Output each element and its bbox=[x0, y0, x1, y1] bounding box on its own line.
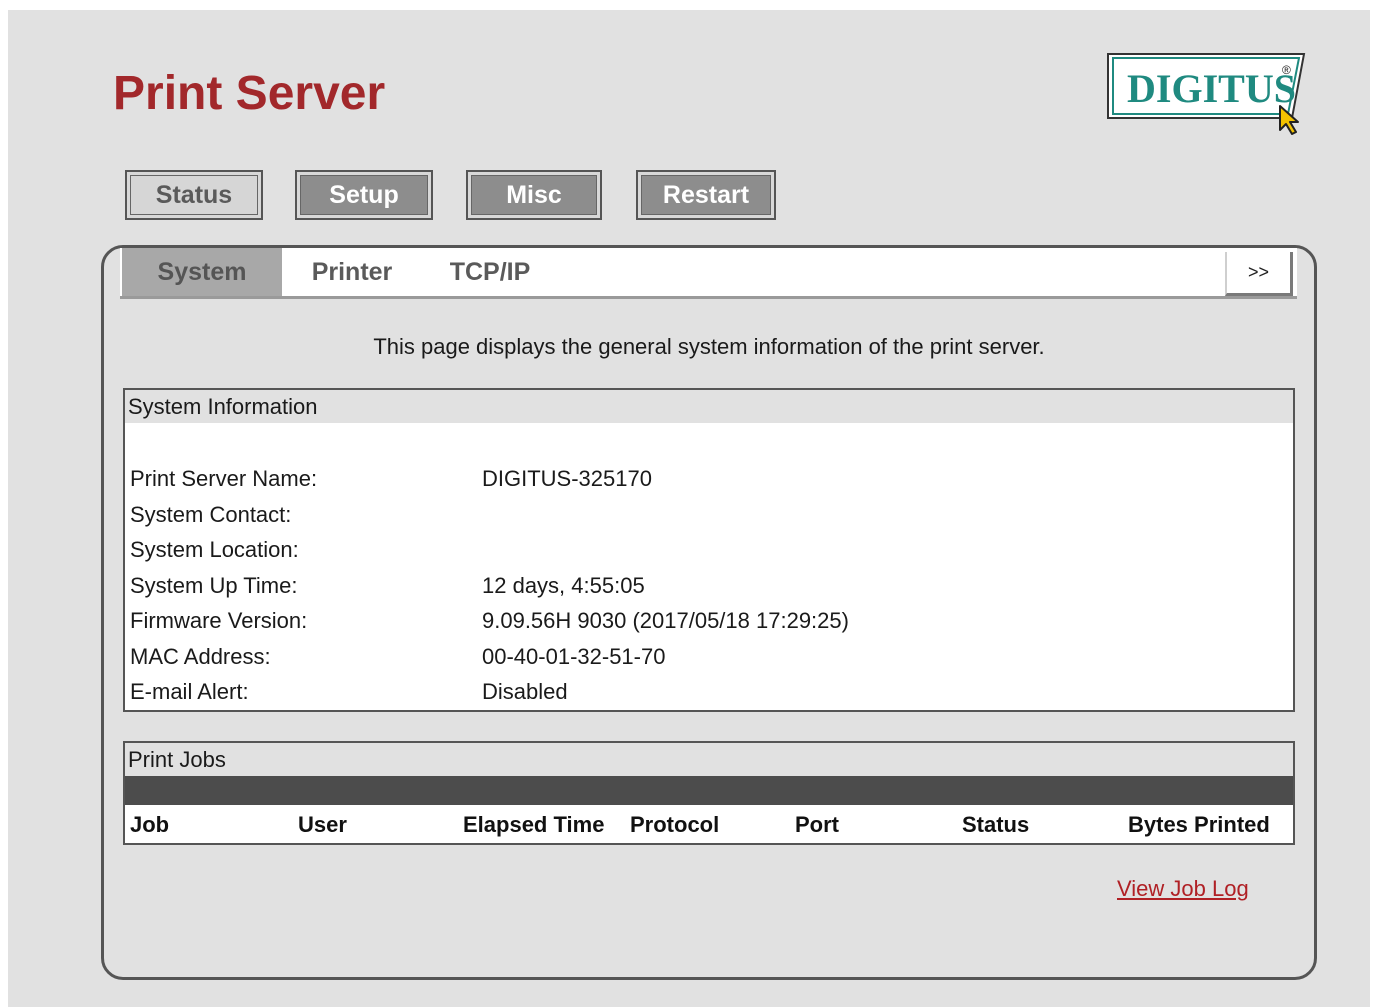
column-port: Port bbox=[795, 812, 839, 837]
tab-misc-label: Misc bbox=[471, 175, 597, 215]
info-row-firmware-version: Firmware Version: 9.09.56H 9030 (2017/05/… bbox=[130, 606, 849, 636]
tab-setup[interactable]: Setup bbox=[295, 170, 433, 220]
tab-status[interactable]: Status bbox=[125, 170, 263, 220]
info-row-server-name: Print Server Name: DIGITUS-325170 bbox=[130, 464, 652, 494]
info-label: MAC Address: bbox=[130, 644, 271, 669]
print-jobs-header: Print Jobs bbox=[125, 743, 1293, 776]
info-row-up-time: System Up Time: 12 days, 4:55:05 bbox=[130, 571, 645, 601]
info-label: System Location: bbox=[130, 537, 299, 562]
print-jobs-divider-bar bbox=[125, 776, 1293, 805]
print-jobs-section: Print Jobs Job User Elapsed Time Protoco… bbox=[123, 741, 1295, 845]
subtab-bar: System Printer TCP/IP bbox=[120, 248, 1297, 296]
tab-restart[interactable]: Restart bbox=[636, 170, 776, 220]
column-bytes-printed: Bytes Printed bbox=[1128, 812, 1270, 837]
logo-text: DIGITUS bbox=[1127, 66, 1296, 111]
info-value: 9.09.56H 9030 (2017/05/18 17:29:25) bbox=[482, 608, 849, 633]
tab-misc[interactable]: Misc bbox=[466, 170, 602, 220]
tab-restart-label: Restart bbox=[641, 175, 771, 215]
info-row-email-alert: E-mail Alert: Disabled bbox=[130, 677, 568, 707]
column-protocol: Protocol bbox=[630, 812, 720, 837]
info-label: System Up Time: bbox=[130, 573, 298, 598]
view-job-log-link[interactable]: View Job Log bbox=[1117, 876, 1249, 902]
more-tabs-button[interactable]: >> bbox=[1225, 252, 1293, 296]
column-job: Job bbox=[130, 812, 170, 837]
tab-setup-label: Setup bbox=[300, 175, 428, 215]
info-value: 00-40-01-32-51-70 bbox=[482, 644, 666, 669]
info-row-system-contact: System Contact: bbox=[130, 500, 482, 530]
system-information-section: System Information Print Server Name: DIG… bbox=[123, 388, 1295, 712]
info-label: Print Server Name: bbox=[130, 466, 318, 491]
page-description: This page displays the general system in… bbox=[373, 334, 1045, 359]
info-value: DIGITUS-325170 bbox=[482, 466, 652, 491]
column-elapsed-time: Elapsed Time bbox=[463, 812, 605, 837]
logo-registered-mark: ® bbox=[1282, 63, 1291, 77]
info-row-system-location: System Location: bbox=[130, 535, 482, 565]
column-user: User bbox=[298, 812, 347, 837]
info-label: System Contact: bbox=[130, 502, 292, 527]
subtab-printer[interactable]: Printer bbox=[292, 248, 412, 296]
digitus-logo: DIGITUS ® bbox=[1102, 50, 1312, 140]
column-status: Status bbox=[962, 812, 1030, 837]
subtab-system[interactable]: System bbox=[122, 248, 282, 296]
info-value: 12 days, 4:55:05 bbox=[482, 573, 645, 598]
info-row-mac-address: MAC Address: 00-40-01-32-51-70 bbox=[130, 642, 665, 672]
page-title: Print Server bbox=[113, 67, 386, 120]
system-information-header: System Information bbox=[125, 390, 1293, 423]
info-label: Firmware Version: bbox=[130, 608, 308, 633]
info-label: E-mail Alert: bbox=[130, 679, 249, 704]
subtab-tcpip[interactable]: TCP/IP bbox=[440, 248, 540, 296]
tab-status-label: Status bbox=[130, 175, 258, 215]
info-value: Disabled bbox=[482, 679, 568, 704]
